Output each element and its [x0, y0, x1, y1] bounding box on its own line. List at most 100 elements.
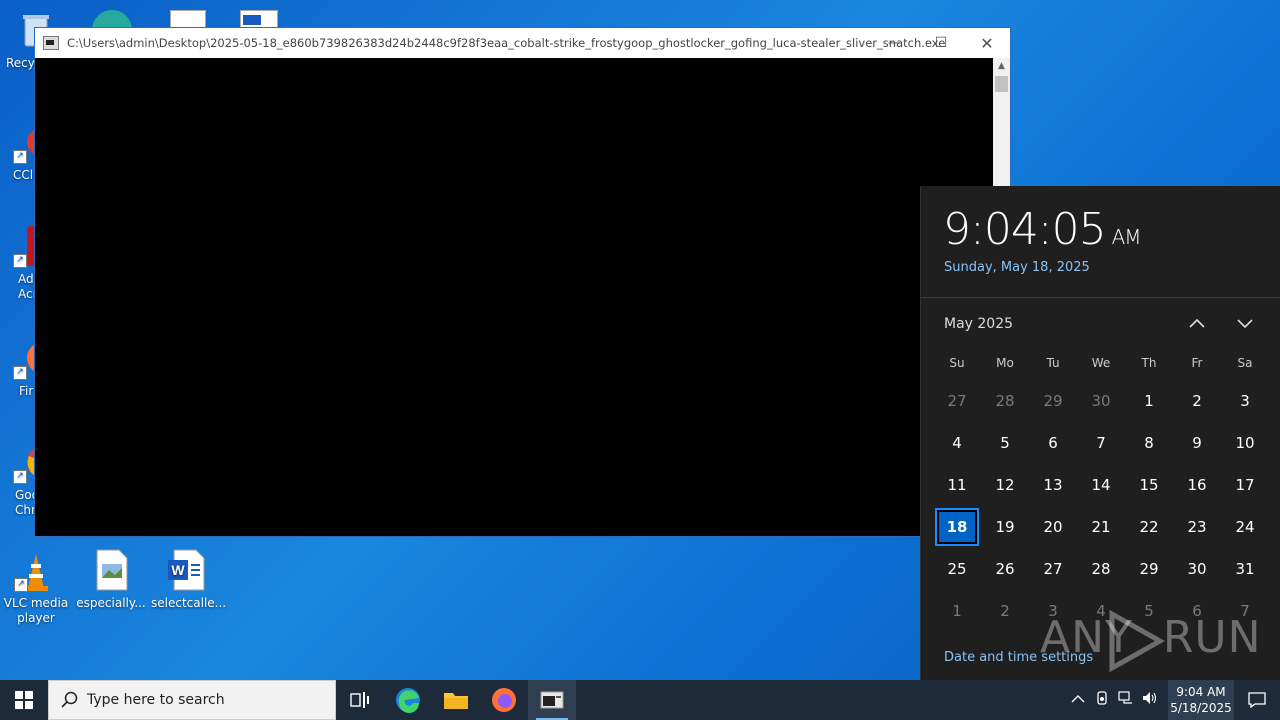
shortcut-arrow-icon: ↗	[14, 578, 28, 592]
calendar-day[interactable]: 25	[933, 560, 981, 578]
calendar-day[interactable]: 8	[1125, 434, 1173, 452]
flyout-ampm: AM	[1111, 225, 1142, 249]
calendar-day[interactable]: 3	[1221, 392, 1269, 410]
action-center-button[interactable]	[1234, 680, 1280, 720]
taskbar-edge-button[interactable]	[384, 680, 432, 720]
desktop-icon-edge-partial[interactable]	[88, 4, 136, 50]
weekday-label: We	[1091, 356, 1111, 370]
calendar-day[interactable]: 28	[981, 392, 1029, 410]
desktop-icon-file-partial[interactable]	[170, 10, 206, 28]
weekday-label: Fr	[1191, 356, 1203, 370]
calendar-day[interactable]: 1	[1125, 392, 1173, 410]
calendar-day-label: 31	[1235, 560, 1255, 578]
folder-icon	[444, 693, 468, 709]
calendar-day[interactable]: 9	[1173, 434, 1221, 452]
calendar-day[interactable]: 22	[1125, 518, 1173, 536]
taskbar-console-button[interactable]	[528, 680, 576, 720]
weekday-label: Th	[1141, 356, 1157, 370]
calendar-day-label: 16	[1187, 476, 1207, 494]
calendar-grid: Su Mo Tu We Th Fr Sa 27 28 29 30 1 2 3 4 5 6 7 8 9 10…	[933, 346, 1269, 632]
calendar-day[interactable]: 26	[981, 560, 1029, 578]
close-button[interactable]: ✕	[964, 28, 1010, 58]
calendar-day-label: 26	[995, 560, 1015, 578]
desktop-icon-doc-partial[interactable]	[240, 10, 278, 28]
calendar-day[interactable]: 11	[933, 476, 981, 494]
calendar-day[interactable]: 29	[1029, 392, 1077, 410]
calendar-day[interactable]: 15	[1125, 476, 1173, 494]
calendar-day-label: 30	[1091, 392, 1111, 410]
calendar-weeks: 27 28 29 30 1 2 3 4 5 6 7 8 9 10 11 12 13 14 15 16 17 18 19 20 2…	[933, 380, 1269, 632]
calendar-day[interactable]: 23	[1173, 518, 1221, 536]
calendar-day[interactable]: 6	[1029, 434, 1077, 452]
calendar-day[interactable]: 20	[1029, 518, 1077, 536]
console-window[interactable]: C:\Users\admin\Desktop\2025-05-18_e860b7…	[34, 27, 1011, 537]
desktop-icon-label: VLC media player	[3, 596, 69, 625]
window-title: C:\Users\admin\Desktop\2025-05-18_e860b7…	[67, 36, 946, 50]
calendar-day-selected[interactable]: 18	[933, 508, 981, 546]
calendar-day[interactable]: 7	[1077, 434, 1125, 452]
calendar-day[interactable]: 28	[1077, 560, 1125, 578]
calendar-day[interactable]: 1	[933, 602, 981, 620]
tray-volume-icon[interactable]	[1138, 691, 1162, 709]
minimize-button[interactable]: —	[872, 28, 918, 58]
calendar-day[interactable]: 31	[1221, 560, 1269, 578]
word-document-icon	[243, 15, 261, 25]
next-month-button[interactable]	[1231, 312, 1259, 336]
calendar-day-label: 25	[947, 560, 967, 578]
weekday-label: Sa	[1237, 356, 1253, 370]
calendar-day[interactable]: 29	[1125, 560, 1173, 578]
calendar-day[interactable]: 17	[1221, 476, 1269, 494]
desktop-icon-vlc-media-player[interactable]: ↗ VLC media player	[1, 548, 71, 626]
taskbar-firefox-button[interactable]	[480, 680, 528, 720]
calendar-day[interactable]: 27	[933, 392, 981, 410]
speaker-icon	[1143, 692, 1157, 704]
desktop-icon-label: selectcalle...	[151, 596, 227, 610]
flyout-date-link[interactable]: Sunday, May 18, 2025	[944, 260, 1090, 275]
calendar-day-label: 2	[1192, 392, 1202, 410]
calendar-day[interactable]: 21	[1077, 518, 1125, 536]
scroll-up-arrow-icon[interactable]: ▲	[993, 58, 1010, 75]
calendar-day[interactable]: 30	[1077, 392, 1125, 410]
console-output-area[interactable]	[35, 58, 994, 536]
tray-device-icon[interactable]	[1090, 691, 1114, 709]
calendar-day[interactable]: 14	[1077, 476, 1125, 494]
scrollbar-thumb[interactable]	[995, 76, 1008, 92]
calendar-day-label: 3	[1240, 392, 1250, 410]
taskbar-clock[interactable]: 9:04 AM 5/18/2025	[1168, 680, 1234, 720]
calendar-day-label: 11	[947, 476, 967, 494]
calendar-day[interactable]: 19	[981, 518, 1029, 536]
calendar-day[interactable]: 24	[1221, 518, 1269, 536]
calendar-day[interactable]: 30	[1173, 560, 1221, 578]
calendar-day[interactable]: 10	[1221, 434, 1269, 452]
show-hidden-icons-button[interactable]	[1066, 693, 1090, 708]
taskbar-file-explorer-button[interactable]	[432, 680, 480, 720]
calendar-day[interactable]: 13	[1029, 476, 1077, 494]
start-button[interactable]	[0, 680, 48, 720]
calendar-day[interactable]: 2	[981, 602, 1029, 620]
taskbar: Type here to search 9:04 AM 5/18/2025	[0, 680, 1280, 720]
calendar-day-label: 8	[1144, 434, 1154, 452]
search-icon	[61, 691, 78, 708]
previous-month-button[interactable]	[1183, 312, 1211, 336]
search-placeholder: Type here to search	[87, 692, 225, 708]
calendar-day[interactable]: 12	[981, 476, 1029, 494]
svg-text:W: W	[171, 562, 185, 578]
taskbar-search-box[interactable]: Type here to search	[48, 680, 336, 720]
calendar-day[interactable]: 4	[933, 434, 981, 452]
calendar-month-label[interactable]: May 2025	[944, 316, 1013, 332]
task-view-button[interactable]	[336, 680, 384, 720]
calendar-day[interactable]: 16	[1173, 476, 1221, 494]
maximize-button[interactable]: ☐	[918, 28, 964, 58]
desktop-icon-especially-file[interactable]: especially...	[76, 548, 146, 611]
system-tray: 9:04 AM 5/18/2025	[1066, 680, 1280, 720]
calendar-day[interactable]: 5	[981, 434, 1029, 452]
calendar-day-label: 12	[995, 476, 1015, 494]
calendar-week-row: 18 19 20 21 22 23 24	[933, 506, 1269, 548]
tray-network-icon[interactable]	[1114, 691, 1138, 709]
weekday-label: Tu	[1046, 356, 1060, 370]
window-titlebar[interactable]: C:\Users\admin\Desktop\2025-05-18_e860b7…	[35, 28, 1010, 58]
calendar-day[interactable]: 2	[1173, 392, 1221, 410]
calendar-day-label: 23	[1187, 518, 1207, 536]
desktop-icon-selectcalle-file[interactable]: W selectcalle...	[151, 548, 227, 611]
calendar-day[interactable]: 27	[1029, 560, 1077, 578]
